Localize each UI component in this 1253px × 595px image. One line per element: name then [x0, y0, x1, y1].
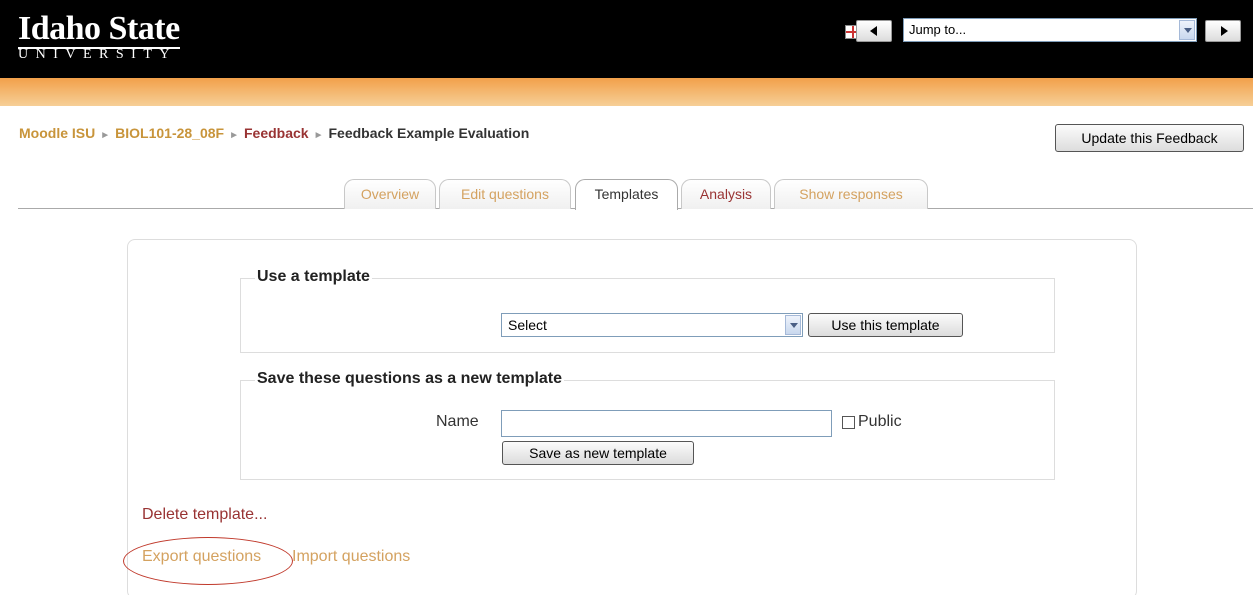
- template-select-value: Select: [508, 317, 547, 333]
- jump-to-value: Jump to...: [909, 22, 967, 37]
- previous-activity-button[interactable]: [856, 20, 892, 42]
- university-logo[interactable]: Idaho State UNIVERSITY: [18, 10, 180, 62]
- next-activity-button[interactable]: [1205, 20, 1241, 42]
- tab-analysis[interactable]: Analysis: [681, 179, 771, 209]
- breadcrumb-separator-icon: ►: [229, 130, 239, 141]
- logo-title: Idaho State: [18, 10, 180, 49]
- tab-show-responses[interactable]: Show responses: [774, 179, 928, 209]
- name-label: Name: [436, 413, 479, 430]
- template-select[interactable]: Select: [501, 313, 803, 337]
- breadcrumb-current: Feedback Example Evaluation: [328, 125, 530, 141]
- breadcrumb-module-link[interactable]: Feedback: [244, 125, 309, 141]
- chevron-down-icon[interactable]: [785, 315, 801, 335]
- delete-template-link[interactable]: Delete template...: [142, 506, 267, 524]
- jump-to-select[interactable]: Jump to...: [903, 18, 1197, 42]
- import-questions-link[interactable]: Import questions: [292, 548, 410, 566]
- breadcrumb-course-link[interactable]: BIOL101-28_08F: [115, 125, 224, 141]
- header-accent-bar: [0, 78, 1253, 106]
- tab-overview[interactable]: Overview: [344, 179, 436, 209]
- save-template-legend: Save these questions as a new template: [255, 370, 565, 388]
- tab-edit-questions[interactable]: Edit questions: [439, 179, 571, 209]
- breadcrumb-home-link[interactable]: Moodle ISU: [19, 125, 95, 141]
- tab-templates[interactable]: Templates: [575, 179, 678, 210]
- use-template-button[interactable]: Use this template: [808, 313, 963, 337]
- logo-subtitle: UNIVERSITY: [18, 47, 177, 62]
- arrow-left-icon: [870, 26, 877, 36]
- site-header: Idaho State UNIVERSITY Jump to...: [0, 0, 1253, 78]
- template-name-input[interactable]: [501, 410, 832, 437]
- chevron-down-icon[interactable]: [1179, 20, 1195, 40]
- annotation-circle: [123, 537, 293, 585]
- use-template-legend: Use a template: [255, 268, 372, 286]
- public-label: Public: [858, 413, 902, 430]
- breadcrumb-separator-icon: ►: [313, 130, 324, 141]
- update-feedback-button[interactable]: Update this Feedback: [1055, 124, 1244, 152]
- breadcrumb: Moodle ISU ► BIOL101-28_08F ► Feedback ► Feedb…: [19, 125, 529, 141]
- save-as-new-template-button[interactable]: Save as new template: [502, 441, 694, 465]
- arrow-right-icon: [1221, 26, 1228, 36]
- breadcrumb-separator-icon: ►: [100, 130, 111, 141]
- public-checkbox[interactable]: [842, 416, 855, 429]
